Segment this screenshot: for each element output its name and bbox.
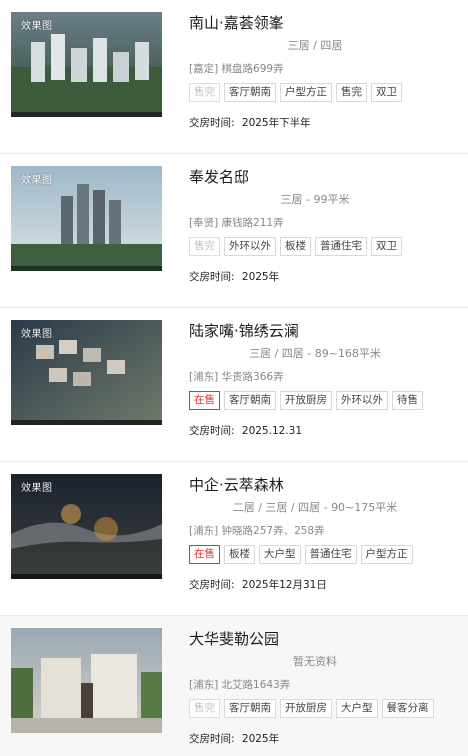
feature-tag: 开放厨房 <box>280 699 332 718</box>
feature-tag: 双卫 <box>371 83 402 102</box>
delivery-time: 交房时间: 2025年下半年 <box>189 115 311 130</box>
feature-tag: 售完 <box>336 83 367 102</box>
delivery-label: 交房时间: <box>189 579 235 591</box>
feature-tag: 大户型 <box>336 699 378 718</box>
delivery-label: 交房时间: <box>189 733 235 745</box>
listing-address: [浦东] 华贵路366弄 <box>189 371 284 383</box>
tag-row: 在售 客厅朝南 开放厨房 外环以外 待售 <box>189 391 423 410</box>
delivery-time: 交房时间: 2025年 <box>189 269 279 284</box>
status-tag: 在售 <box>189 545 220 564</box>
listing-card[interactable]: 效果图 南山·嘉荟领峯 三居 / 四居 [嘉定] 棋盘路699弄 售完 客厅朝南… <box>0 0 468 154</box>
feature-tag: 户型方正 <box>360 545 413 564</box>
feature-tag: 大户型 <box>259 545 301 564</box>
listing-title[interactable]: 南山·嘉荟领峯 <box>189 12 284 33</box>
delivery-label: 交房时间: <box>189 425 235 437</box>
delivery-value: 2025年下半年 <box>241 117 311 129</box>
feature-tag: 客厅朝南 <box>224 391 276 410</box>
listing-card[interactable]: 效果图 奉发名邸 三居 - 99平米 [奉贤] 康钱路211弄 售完 外环以外 … <box>0 154 468 308</box>
render-badge: 效果图 <box>21 483 53 494</box>
feature-tag: 户型方正 <box>280 83 332 102</box>
listing-card[interactable]: 效果图 陆家嘴·锦绣云澜 三居 / 四居 - 89~168平米 [浦东] 华贵路… <box>0 308 468 462</box>
feature-tag: 普通住宅 <box>304 545 357 564</box>
feature-tag: 板楼 <box>280 237 311 256</box>
listing-specs: 暂无资料 <box>293 655 337 668</box>
feature-tag: 开放厨房 <box>280 391 332 410</box>
tag-row: 售完 客厅朝南 开放厨房 大户型 餐客分离 <box>189 699 434 718</box>
listing-card[interactable]: 大华斐勒公园 暂无资料 [浦东] 北艾路1643弄 售完 客厅朝南 开放厨房 大… <box>0 616 468 756</box>
delivery-label: 交房时间: <box>189 117 235 129</box>
delivery-time: 交房时间: 2025.12.31 <box>189 423 302 438</box>
listing-address: [浦东] 北艾路1643弄 <box>189 679 291 691</box>
delivery-value: 2025年 <box>241 271 280 283</box>
listing-specs: 三居 - 99平米 <box>280 193 350 206</box>
listing-image[interactable]: 效果图 <box>11 474 162 579</box>
feature-tag: 板楼 <box>224 545 255 564</box>
render-badge: 效果图 <box>21 21 53 32</box>
listing-image[interactable]: 效果图 <box>11 320 162 425</box>
tag-row: 售完 客厅朝南 户型方正 售完 双卫 <box>189 83 402 102</box>
feature-tag: 外环以外 <box>224 237 276 256</box>
tag-row: 在售 板楼 大户型 普通住宅 户型方正 <box>189 545 413 564</box>
listing-title[interactable]: 奉发名邸 <box>189 166 249 187</box>
listing-card[interactable]: 效果图 中企·云萃森林 二居 / 三居 / 四居 - 90~175平米 [浦东]… <box>0 462 468 616</box>
status-tag: 售完 <box>189 237 220 256</box>
delivery-label: 交房时间: <box>189 271 235 283</box>
delivery-time: 交房时间: 2025年12月31日 <box>189 577 327 592</box>
delivery-value: 2025年12月31日 <box>241 579 327 591</box>
render-badge: 效果图 <box>21 329 53 340</box>
listing-specs: 二居 / 三居 / 四居 - 90~175平米 <box>232 501 398 514</box>
status-tag: 售完 <box>189 83 220 102</box>
feature-tag: 餐客分离 <box>381 699 434 718</box>
listing-title[interactable]: 中企·云萃森林 <box>189 474 284 495</box>
listing-title[interactable]: 大华斐勒公园 <box>189 628 279 649</box>
feature-tag: 外环以外 <box>336 391 388 410</box>
listing-address: [奉贤] 康钱路211弄 <box>189 217 284 229</box>
delivery-value: 2025年 <box>241 733 280 745</box>
status-tag: 在售 <box>189 391 220 410</box>
listing-image[interactable]: 效果图 <box>11 12 162 117</box>
feature-tag: 双卫 <box>371 237 402 256</box>
listing-address: [浦东] 钟晓路257弄、258弄 <box>189 525 325 537</box>
tag-row: 售完 外环以外 板楼 普通住宅 双卫 <box>189 237 402 256</box>
listing-title[interactable]: 陆家嘴·锦绣云澜 <box>189 320 299 341</box>
feature-tag: 客厅朝南 <box>224 699 276 718</box>
delivery-value: 2025.12.31 <box>241 425 303 437</box>
listing-specs: 三居 / 四居 - 89~168平米 <box>249 347 381 360</box>
status-tag: 售完 <box>189 699 220 718</box>
delivery-time: 交房时间: 2025年 <box>189 731 279 746</box>
feature-tag: 普通住宅 <box>315 237 367 256</box>
render-badge: 效果图 <box>21 175 53 186</box>
listing-specs: 三居 / 四居 <box>287 39 343 52</box>
feature-tag: 客厅朝南 <box>224 83 276 102</box>
listing-image[interactable]: 效果图 <box>11 166 162 271</box>
listing-address: [嘉定] 棋盘路699弄 <box>189 63 284 75</box>
listing-image[interactable] <box>11 628 162 733</box>
feature-tag: 待售 <box>392 391 423 410</box>
